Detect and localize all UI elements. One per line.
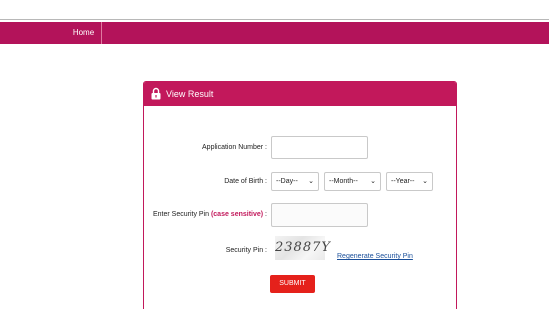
chevron-down-icon: ⌄	[308, 178, 314, 185]
application-number-input[interactable]	[271, 136, 368, 159]
top-nav-bar: Home	[0, 22, 549, 44]
regenerate-security-pin-link[interactable]: Regenerate Security Pin	[337, 253, 413, 260]
security-pin-entry-label-prefix: Enter Security Pin	[152, 211, 211, 218]
security-pin-input[interactable]	[271, 203, 368, 227]
application-number-label: Application Number :	[202, 144, 267, 151]
dob-month-select[interactable]: --Month-- ⌄	[324, 172, 381, 191]
chevron-down-icon: ⌄	[422, 178, 428, 185]
panel-title: View Result	[166, 89, 214, 99]
dob-year-select[interactable]: --Year-- ⌄	[386, 172, 433, 191]
security-pin-entry-label-suffix: :	[263, 211, 267, 218]
dob-year-value: --Year--	[391, 178, 415, 185]
captcha-image: 23887Y	[275, 236, 330, 260]
dob-day-select[interactable]: --Day-- ⌄	[271, 172, 319, 191]
dob-day-value: --Day--	[276, 178, 298, 185]
security-pin-entry-label: Enter Security Pin (case sensitive) :	[153, 211, 267, 218]
chevron-down-icon: ⌄	[370, 178, 376, 185]
security-pin-label: Security Pin :	[225, 247, 267, 254]
dob-month-value: --Month--	[329, 178, 358, 185]
top-divider	[0, 19, 549, 20]
lock-icon	[151, 87, 161, 100]
nav-home-link[interactable]: Home	[66, 22, 102, 44]
submit-button[interactable]: SUBMIT	[270, 275, 315, 293]
case-sensitive-note: (case sensitive)	[210, 211, 264, 218]
panel-header: View Result	[144, 82, 456, 106]
dob-label: Date of Birth :	[224, 178, 267, 185]
